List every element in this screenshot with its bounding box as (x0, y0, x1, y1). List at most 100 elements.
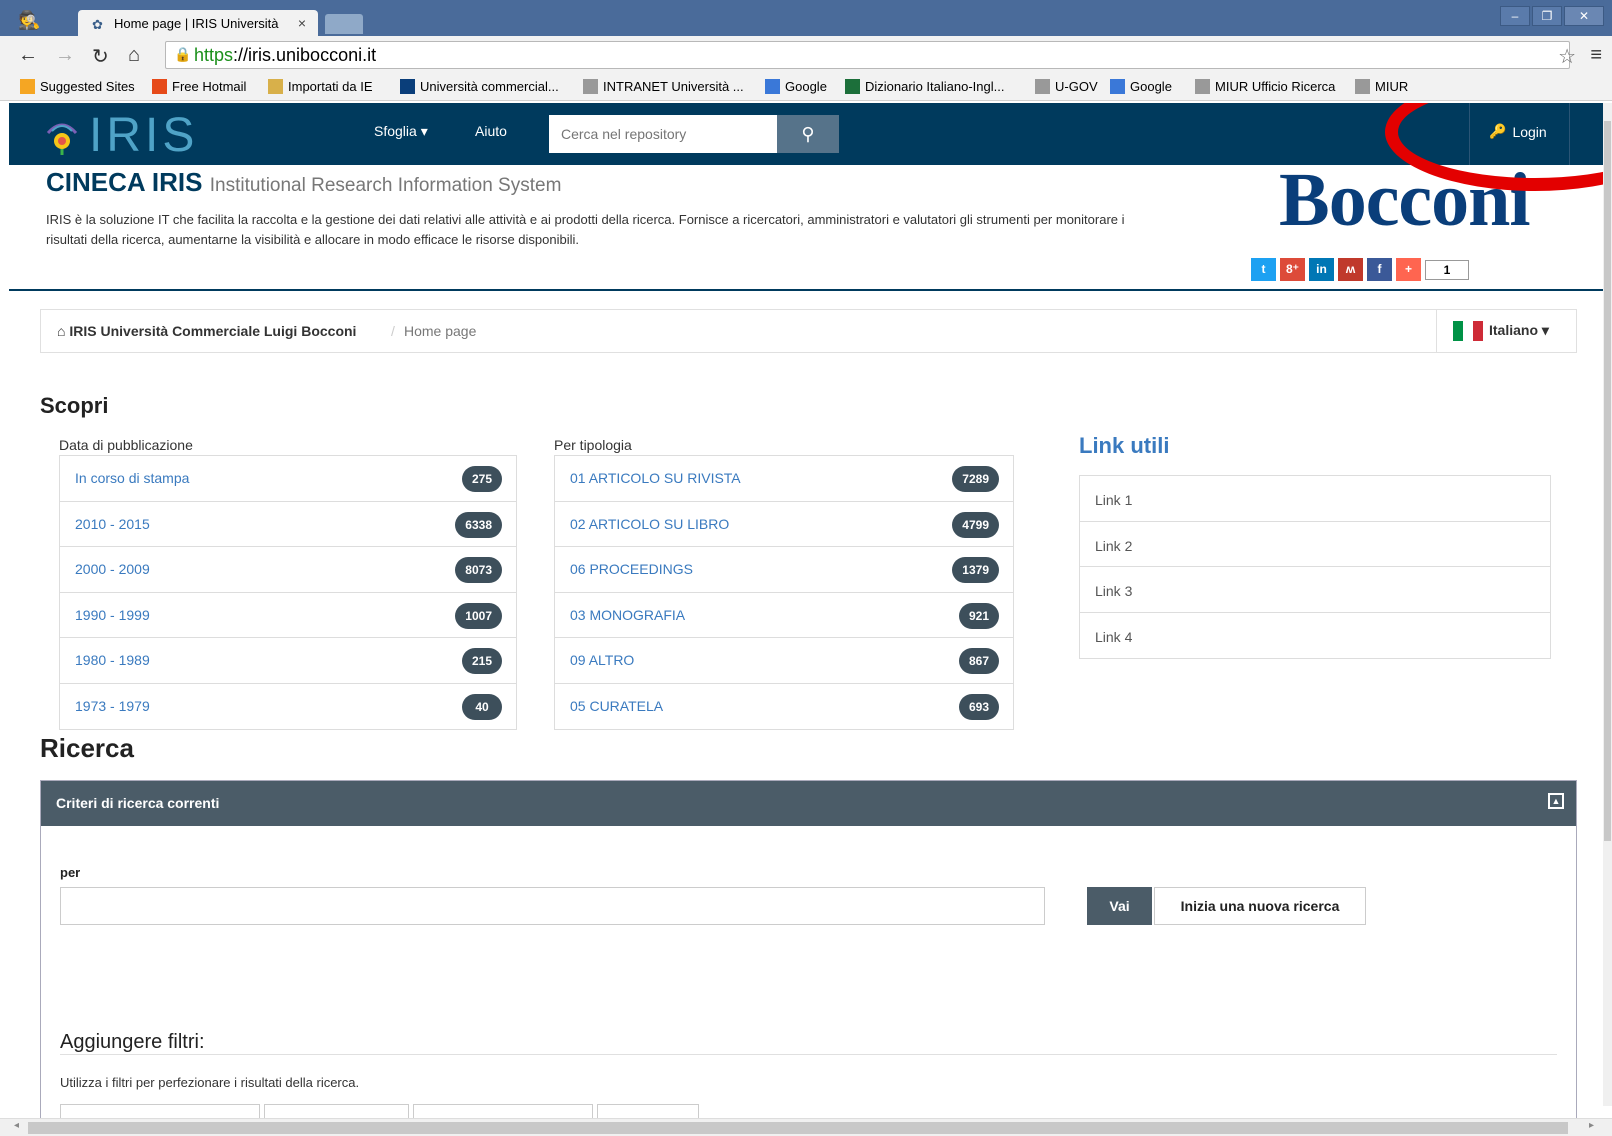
bookmark-item[interactable]: Università commercial... (400, 79, 559, 94)
list-item[interactable]: 1990 - 1999 1007 (60, 593, 516, 638)
lock-icon: 🔒 (174, 46, 192, 62)
list-item[interactable]: 1973 - 1979 40 (60, 684, 516, 730)
count-badge: 6338 (455, 511, 502, 538)
bookmark-item[interactable]: Google (1110, 79, 1172, 94)
close-window-icon[interactable]: ✕ (1564, 6, 1604, 26)
bookmark-star-icon[interactable]: ☆ (1558, 44, 1576, 69)
bookmark-label: Suggested Sites (40, 79, 135, 94)
mendeley-icon[interactable]: ʍ (1338, 258, 1363, 281)
list-item-label[interactable]: 05 CURATELA (570, 698, 663, 714)
login-button[interactable]: 🔑 Login (1489, 123, 1547, 140)
type-list: 01 ARTICOLO SU RIVISTA 7289 02 ARTICOLO SU… (554, 455, 1014, 730)
count-badge: 693 (958, 693, 999, 720)
list-item[interactable]: 01 ARTICOLO SU RIVISTA 7289 (555, 456, 1013, 502)
scrollbar-thumb[interactable] (28, 1122, 1568, 1134)
ricerca-heading: Ricerca (40, 733, 134, 763)
bookmark-item[interactable]: MIUR Ufficio Ricerca (1195, 79, 1335, 94)
iris-logo[interactable]: IRIS (89, 108, 198, 163)
link-utili-item[interactable]: Link 3 (1080, 567, 1550, 613)
list-item-label[interactable]: 06 PROCEEDINGS (570, 561, 693, 577)
browser-menu-icon[interactable]: ≡ (1590, 44, 1602, 67)
iris-flower-icon (46, 123, 78, 155)
bookmark-item[interactable]: Free Hotmail (152, 79, 246, 94)
list-item-label[interactable]: In corso di stampa (75, 470, 189, 486)
horizontal-scrollbar[interactable]: ◂ ▸ (0, 1118, 1612, 1136)
link-utili-item[interactable]: Link 4 (1080, 613, 1550, 659)
bookmark-label: MIUR Ufficio Ricerca (1215, 79, 1336, 94)
list-item-label[interactable]: 2010 - 2015 (75, 516, 150, 532)
list-item-label[interactable]: 02 ARTICOLO SU LIBRO (570, 516, 729, 532)
tab-title: Home page | IRIS Università (114, 16, 279, 31)
navbar-divider (1569, 103, 1570, 165)
new-tab-button[interactable] (325, 14, 363, 34)
restore-icon[interactable]: ❐ (1532, 6, 1562, 26)
facebook-icon[interactable]: f (1367, 258, 1392, 281)
bookmark-item[interactable]: MIUR (1355, 79, 1408, 94)
search-icon: ⚲ (801, 123, 815, 144)
bookmark-item[interactable]: Dizionario Italiano-Ingl... (845, 79, 1004, 94)
list-item[interactable]: 05 CURATELA 693 (555, 684, 1013, 730)
list-item-label[interactable]: 2000 - 2009 (75, 561, 150, 577)
address-bar[interactable]: 🔒 https://iris.unibocconi.it (165, 41, 1570, 69)
link-utili-item[interactable]: Link 1 (1080, 476, 1550, 522)
bookmark-label: Google (1130, 79, 1172, 94)
tab-close-icon[interactable]: × (298, 15, 306, 31)
list-item[interactable]: 2010 - 2015 6338 (60, 502, 516, 547)
home-icon[interactable]: ⌂ (128, 44, 140, 67)
language-selector[interactable]: Italiano ▾ (1436, 310, 1576, 352)
bookmark-item[interactable]: Importati da IE (268, 79, 373, 94)
collapse-icon[interactable]: ▲ (1548, 793, 1564, 809)
list-item[interactable]: 06 PROCEEDINGS 1379 (555, 547, 1013, 593)
navbar-divider (1469, 103, 1470, 165)
list-item[interactable]: In corso di stampa 275 (60, 456, 516, 502)
breadcrumb-current: Home page (404, 323, 477, 339)
bookmark-item[interactable]: Google (765, 79, 827, 94)
bookmark-label: Google (785, 79, 827, 94)
vertical-scrollbar[interactable] (1603, 103, 1612, 1106)
new-search-button[interactable]: Inizia una nuova ricerca (1154, 887, 1366, 925)
scrollbar-thumb[interactable] (1604, 121, 1611, 841)
list-item[interactable]: 09 ALTRO 867 (555, 638, 1013, 684)
sfoglia-menu[interactable]: Sfoglia ▾ (374, 123, 428, 140)
link-utili-item[interactable]: Link 2 (1080, 522, 1550, 567)
bookmark-item[interactable]: Suggested Sites (20, 79, 135, 94)
scroll-right-icon[interactable]: ▸ (1589, 1120, 1594, 1131)
back-arrow-icon[interactable]: ← (18, 44, 38, 67)
bookmark-icon (400, 79, 415, 94)
list-item[interactable]: 02 ARTICOLO SU LIBRO 4799 (555, 502, 1013, 547)
bookmark-item[interactable]: INTRANET Università ... (583, 79, 744, 94)
twitter-icon[interactable]: t (1251, 258, 1276, 281)
browser-tab[interactable]: ✿ Home page | IRIS Università × (78, 10, 318, 37)
list-item-label[interactable]: 03 MONOGRAFIA (570, 607, 685, 623)
site-description: IRIS è la soluzione IT che facilita la r… (46, 212, 1125, 247)
bookmark-label: MIUR (1375, 79, 1409, 94)
search-button[interactable]: ⚲ (777, 115, 839, 153)
repository-search-input[interactable] (549, 115, 777, 153)
aiuto-link[interactable]: Aiuto (475, 123, 507, 139)
list-item-label[interactable]: 1973 - 1979 (75, 698, 150, 714)
link-utili-list: Link 1 Link 2 Link 3 Link 4 (1079, 475, 1551, 659)
list-item[interactable]: 1980 - 1989 215 (60, 638, 516, 684)
list-item[interactable]: 03 MONOGRAFIA 921 (555, 593, 1013, 638)
count-badge: 7289 (952, 466, 999, 492)
list-item[interactable]: 2000 - 2009 8073 (60, 547, 516, 593)
query-input[interactable] (60, 887, 1045, 925)
forward-arrow-icon[interactable]: → (55, 44, 75, 67)
linkedin-icon[interactable]: in (1309, 258, 1334, 281)
list-item-label[interactable]: 01 ARTICOLO SU RIVISTA (570, 470, 741, 486)
addthis-icon[interactable]: + (1396, 258, 1421, 281)
list-item-label[interactable]: 1990 - 1999 (75, 607, 150, 623)
list-item-label[interactable]: 1980 - 1989 (75, 652, 150, 668)
bookmark-item[interactable]: U-GOV (1035, 79, 1098, 94)
scroll-left-icon[interactable]: ◂ (14, 1120, 19, 1131)
count-badge: 275 (461, 466, 502, 492)
list-item-label[interactable]: 09 ALTRO (570, 652, 634, 668)
minimize-icon[interactable]: – (1500, 6, 1530, 26)
google-plus-icon[interactable]: 8⁺ (1280, 258, 1305, 281)
reload-icon[interactable]: ↻ (92, 44, 109, 69)
count-badge: 867 (958, 648, 999, 674)
breadcrumb-separator: / (391, 323, 395, 339)
breadcrumb-home[interactable]: ⌂ IRIS Università Commerciale Luigi Bocc… (57, 323, 356, 339)
vai-button[interactable]: Vai (1087, 887, 1152, 925)
search-criteria-panel: Criteri di ricerca correnti ▲ per Vai In… (40, 780, 1577, 1133)
